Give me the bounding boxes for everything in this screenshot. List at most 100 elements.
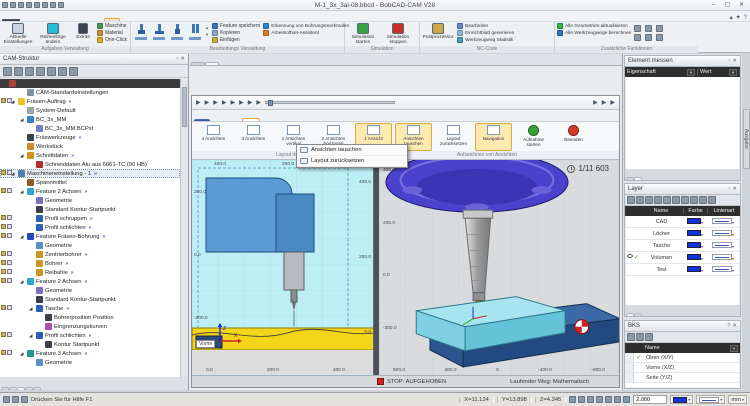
simulation-tab[interactable] — [194, 119, 210, 121]
tree-item[interactable]: ◢ Tasche » — [0, 304, 180, 313]
maximize-button[interactable]: ▢ — [721, 1, 734, 10]
extra-function-icon[interactable] — [634, 25, 641, 32]
panel-tab[interactable] — [626, 313, 634, 316]
ribbon-tab[interactable] — [104, 18, 120, 21]
tree-item[interactable]: ◢ Eingrenzungskurven » — [0, 322, 180, 331]
playback-icon[interactable] — [213, 100, 218, 106]
expand-icon[interactable]: ◢ — [20, 351, 25, 357]
layer-row[interactable]: ✓ Volumen ▾ ▾ — [626, 252, 739, 264]
simulation-progress-slider[interactable] — [265, 101, 395, 104]
layer-color-swatch[interactable] — [687, 266, 701, 272]
extra-function-icon[interactable] — [656, 34, 663, 41]
layer-linestyle[interactable] — [712, 266, 732, 272]
expand-icon[interactable]: ◢ — [20, 189, 25, 195]
ribbon-tab[interactable] — [134, 19, 148, 21]
playback-icon[interactable] — [256, 100, 261, 106]
tree-item[interactable]: ◢ » — [0, 79, 180, 88]
pin-icon[interactable]: ▫ — [728, 58, 730, 64]
tree-item[interactable]: ◢ Standard Kontur-Startpunkt » — [0, 205, 180, 214]
expand-icon[interactable]: ◢ — [29, 333, 34, 339]
tree-item[interactable]: ◢ Geometrie » — [0, 196, 180, 205]
layer-toolbar-icon[interactable] — [699, 196, 707, 204]
layer-toolbar-icon[interactable] — [654, 196, 662, 204]
tree-item[interactable]: ◢ Profil schlichten » — [0, 223, 180, 232]
status-icon[interactable] — [21, 396, 28, 403]
style-icon[interactable]: ✦ — [736, 15, 741, 21]
tree-item[interactable]: ◢ CAM-Standardeinstellungen » — [0, 88, 180, 97]
tree-item[interactable]: ◢ Feature 2 Achsen » — [0, 277, 180, 286]
filter-icon[interactable]: ▼ — [730, 345, 738, 352]
tree-item-edit-link[interactable]: » — [65, 261, 68, 267]
tree-item[interactable]: ◢ Werkstück » — [0, 142, 180, 151]
tree-item[interactable]: ◢ Feature 3 Achsen » — [0, 349, 180, 358]
tree-item-edit-link[interactable]: » — [90, 216, 93, 222]
tree-item[interactable]: ◢ Spannmittel » — [0, 178, 180, 187]
reihenfolge-button[interactable]: Reihenfolge ändern — [37, 23, 69, 46]
einfuegen-button[interactable]: Einfügen — [212, 37, 260, 43]
tree-item[interactable]: ◢ Bohrer » — [0, 259, 180, 268]
tree-item-edit-link[interactable]: » — [102, 234, 105, 240]
playback-icon[interactable] — [248, 100, 253, 106]
tree-item-edit-link[interactable]: » — [84, 279, 87, 285]
arbeitsoffset-button[interactable]: Arbeitsoffset-Assistent — [263, 30, 349, 36]
layer-linestyle[interactable] — [712, 242, 732, 248]
playback-icon[interactable] — [231, 100, 236, 106]
aktuelle-einstellungen-button[interactable]: Aktuelle Einstellungen — [2, 23, 34, 46]
tree-item[interactable]: ◢ Reibahle » — [0, 268, 180, 277]
tree-item-edit-link[interactable]: » — [85, 252, 88, 258]
tree-toolbar-icon[interactable] — [47, 67, 56, 76]
snap-icon[interactable] — [596, 396, 603, 403]
tree-item[interactable]: ◢ BC_3x_MM.BCPst » — [0, 124, 180, 133]
ribbon-tab[interactable] — [120, 19, 134, 21]
layer-row[interactable]: ✓ Test ▾ ▾ — [626, 264, 739, 276]
layer-color-swatch[interactable] — [687, 242, 701, 248]
layer-linestyle[interactable] — [712, 254, 732, 260]
simulation-starten-button[interactable]: Simulation starten — [347, 23, 379, 46]
sim-ribbon-button[interactable]: Beenden — [555, 123, 592, 151]
tree-gutter-icons[interactable] — [1, 260, 12, 265]
bohrungserkennung-button[interactable]: Erkennung von Bohrungsmerkmalen — [263, 23, 349, 29]
ribbon-tab[interactable] — [62, 19, 76, 21]
expand-icon[interactable]: ◢ — [29, 306, 34, 312]
close-panel-icon[interactable]: ✕ — [732, 186, 737, 192]
sim-ribbon-button[interactable]: 3 Ansichten — [235, 123, 272, 151]
view-control-icon[interactable] — [593, 100, 598, 106]
layer-row[interactable]: ✓ CAD ▾ ▾ — [626, 216, 739, 228]
close-button[interactable]: ✕ — [735, 1, 748, 10]
status-icon[interactable] — [3, 396, 10, 403]
tree-item[interactable]: ◢ Geometrie » — [0, 286, 180, 295]
bks-toolbar-icon[interactable] — [627, 333, 635, 341]
panel-tab[interactable] — [33, 387, 41, 390]
tree-item[interactable]: ◢ Profil schlichten » — [0, 331, 180, 340]
help-panel-icon[interactable]: ? — [727, 323, 730, 329]
kopieren-button[interactable]: Kopieren — [212, 30, 260, 36]
bks-row[interactable]: ✓ Oben (X/Y) — [626, 353, 739, 363]
tree-toolbar-icon[interactable] — [36, 67, 45, 76]
tree-item[interactable]: ◢ Maschineneinstellung - 1 » — [0, 169, 180, 178]
line-width-input[interactable] — [633, 395, 667, 404]
tree-item-edit-link[interactable]: » — [69, 99, 72, 105]
werkzeugwege-berechnen-button[interactable]: Alle Werkzeugwege berechnen — [557, 30, 631, 36]
tree-toolbar-icon[interactable] — [69, 67, 78, 76]
tree-gutter-icons[interactable] — [1, 305, 12, 310]
side-tab-ausgabe[interactable]: Ausgabe — [743, 109, 750, 169]
tree-item[interactable]: ◢ Schneiddaten Alu aus 6061-TC (90 HB) » — [0, 160, 180, 169]
tree-item[interactable]: ◢ Geometrie » — [0, 241, 180, 250]
tree-gutter-icons[interactable] — [1, 269, 12, 274]
tree-item[interactable]: ◢ Feature Fräsen-Bohrung » — [0, 232, 180, 241]
tree-item-edit-link[interactable]: » — [84, 189, 87, 195]
bks-row[interactable]: ✓ Vorne (X/Z) — [626, 363, 739, 373]
bks-toolbar-icon[interactable] — [645, 333, 653, 341]
bks-row[interactable]: ✓ Seite (Y/Z) — [626, 373, 739, 383]
tree-item-edit-link[interactable]: » — [66, 306, 69, 312]
document-tab[interactable] — [205, 62, 219, 65]
layer-linestyle[interactable] — [712, 218, 732, 224]
sim-ribbon-button[interactable]: 4 Ansichten — [195, 123, 232, 151]
panel-tab[interactable] — [9, 387, 17, 390]
statistik-button[interactable]: Werkzeugweg Statistik — [457, 37, 514, 43]
collapse-ribbon-icon[interactable]: ▴ — [730, 15, 733, 21]
simulation-tab[interactable] — [242, 118, 260, 121]
ribbon-tab[interactable] — [48, 19, 62, 21]
tree-item[interactable]: ◢ Fräswerkzeuge » — [0, 133, 180, 142]
filter-icon[interactable]: ▼ — [687, 69, 695, 76]
